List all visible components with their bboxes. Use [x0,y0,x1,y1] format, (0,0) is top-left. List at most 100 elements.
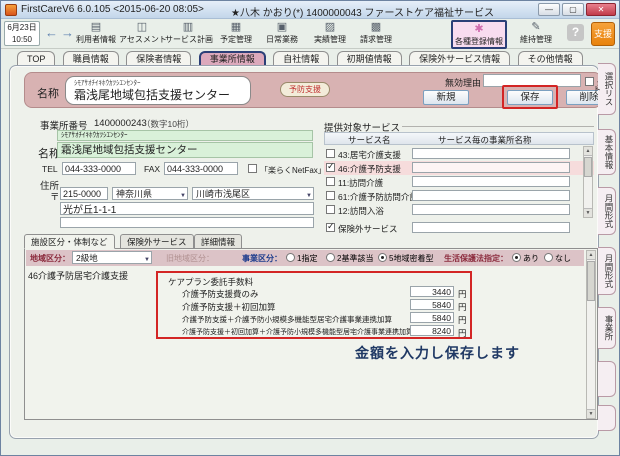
toolbar-button-billing[interactable]: ▩請求管理 [353,21,399,45]
col-office-name: サービス毎の事業所名称 [438,134,532,146]
fee-input[interactable] [410,312,454,323]
postal-input[interactable] [60,187,108,200]
welfare-option-label: あり [523,253,539,264]
service-checkbox[interactable] [326,191,335,200]
welfare-radio-no[interactable] [544,253,553,262]
region-settings-bar: 地域区分： 2級地 旧地域区分： 事業区分： 1指定 2基準該当 5地域密着型 … [26,250,584,266]
fee-unit: 円 [458,327,467,339]
office-name-text: 霜浅尾地域包括支援センター [74,88,242,102]
toolbar-button-user-info[interactable]: ▤利用者情報 [73,21,119,45]
business-radio-1[interactable] [286,253,295,262]
main-toolbar: 6月23日 10:50 ← → ▤利用者情報 ◫アセスメント ▥サービス計画 ▦… [1,19,619,49]
scroll-up-icon[interactable]: ▲ [587,251,595,260]
business-category-label: 事業区分： [242,253,282,264]
service-office-name-input[interactable] [412,162,570,173]
city-select[interactable]: 川崎市浅尾区 [192,187,314,200]
save-button[interactable]: 保存 [507,90,553,105]
close-button[interactable]: ✕ [586,3,616,16]
business-option-label: 2基準該当 [337,253,373,264]
office-name-input[interactable]: ｼﾓｱｻｵﾁｲｷﾎｳｶﾂｼｴﾝｾﾝﾀｰ 霜浅尾地域包括支援センター [65,76,251,105]
side-tab-monthly-format-1[interactable]: 月間形式 [598,187,616,235]
service-checkbox[interactable] [326,177,335,186]
welfare-law-label: 生活保護法指定： [444,253,508,264]
instruction-annotation: 金額を入力し保存します [355,343,520,363]
side-tab-office[interactable]: 事業所 [598,307,616,349]
toolbar-button-results[interactable]: ▨実績管理 [307,21,353,45]
service-office-name-input[interactable] [412,148,570,159]
facility-detail-box: 地域区分： 2級地 旧地域区分： 事業区分： 1指定 2基準該当 5地域密着型 … [24,248,598,420]
netfax-checkbox[interactable] [248,164,257,173]
subtab-noninsurance-service[interactable]: 保険外サービス [120,234,194,249]
noninsurance-office-name-input[interactable] [412,222,570,233]
service-label: 12:訪問入浴 [338,205,384,217]
fax-label: FAX [144,164,160,174]
prefecture-select[interactable]: 神奈川県 [112,187,188,200]
tel-label: TEL [42,164,58,174]
service-office-name-input[interactable] [412,176,570,187]
address-line2-input[interactable] [60,217,314,228]
region-select[interactable]: 2級地 [72,251,152,264]
toolbar-label: 予定管理 [220,35,252,44]
toolbar-button-daily-work[interactable]: ▣日常業務 [259,21,305,45]
service-checkbox[interactable] [326,205,335,214]
fee-input[interactable] [410,299,454,310]
toolbar-label: 請求管理 [360,35,392,44]
toolbar-button-service-plan[interactable]: ▥サービス計画 [165,21,211,45]
welfare-radio-yes[interactable] [512,253,521,262]
fee-unit: 円 [458,301,467,313]
side-tab-basic-info[interactable]: 基本情報 [598,129,616,175]
service-office-name-input[interactable] [412,204,570,215]
scroll-up-icon[interactable]: ▲ [584,147,592,156]
tel-input[interactable] [62,162,136,175]
business-radio-2[interactable] [326,253,335,262]
scroll-down-icon[interactable]: ▼ [584,208,592,217]
office-name-furigana: ｼﾓｱｻｵﾁｲｷﾎｳｶﾂｼｴﾝｾﾝﾀｰ [74,79,242,88]
side-tab-monthly-format-2[interactable]: 月間形式 [598,247,616,295]
service-row: 11:訪問介護 [324,175,594,189]
service-label: 11:訪問介護 [338,177,383,189]
services-scrollbar[interactable]: ▲ ▼ [583,146,593,218]
toolbar-button-schedule[interactable]: ▦予定管理 [213,21,259,45]
subtab-facility-category[interactable]: 施設区分・体制など [24,234,115,249]
scroll-down-icon[interactable]: ▼ [587,409,595,418]
fee-row-label: 介護予防支援＋初回加算＋介護予防小規模多機能型居宅介護事業連携加算 [182,327,413,337]
notebook-icon: ▣ [259,21,305,34]
back-arrow-icon[interactable]: ← [45,25,58,40]
service-row: 43:居宅介護支援 [324,147,594,161]
side-tab-blank-1[interactable] [598,361,616,397]
fee-row-label: 介護予防支援費のみ [182,288,259,300]
toolbar-button-maintenance[interactable]: ✎維持管理 [513,21,559,45]
maximize-button[interactable]: ▢ [562,3,584,16]
service-checkbox[interactable] [326,163,335,172]
fee-input[interactable] [410,286,454,297]
region-label: 地域区分： [30,253,70,264]
service-checkbox[interactable] [326,149,335,158]
subtab-detail-info[interactable]: 詳細情報 [194,234,242,249]
toolbar-button-registration[interactable]: ✱各種登録情報 [451,20,507,49]
scroll-thumb[interactable] [584,157,592,177]
side-tab-blank-2[interactable] [598,405,616,431]
side-tab-selection-list[interactable]: 選択リスト [598,63,616,115]
toolbar-button-assessment[interactable]: ◫アセスメント [119,21,165,45]
toolbar-label: 各種登録情報 [455,37,503,46]
detail-scrollbar[interactable]: ▲ ▼ [586,250,596,419]
new-button[interactable]: 新規 [423,90,469,105]
office-furigana-field[interactable]: ｼﾓｱｻｵﾁｲｷﾎｳｶﾂｼｴﾝｾﾝﾀｰ [57,130,313,141]
app-window: FirstCareV6 6.0.105 <2015-06-20 08:05> ★… [0,0,620,456]
fee-input[interactable] [410,325,454,336]
help-button[interactable]: ? [567,24,584,41]
minimize-button[interactable]: — [538,3,560,16]
office-number-value[interactable]: 1400000243 [94,118,147,129]
fax-input[interactable] [164,162,238,175]
welfare-option-label: なし [555,253,571,264]
toolbar-label: サービス計画 [165,35,213,44]
office-name-field[interactable]: 霜浅尾地域包括支援センター [57,142,313,158]
noninsurance-checkbox[interactable] [326,223,335,232]
business-radio-3[interactable] [378,253,387,262]
street-input[interactable] [60,202,314,215]
toolbar-label: 利用者情報 [76,35,116,44]
service-office-name-input[interactable] [412,190,570,201]
office-info-panel: 名称 ｼﾓｱｻｵﾁｲｷﾎｳｶﾂｼｴﾝｾﾝﾀｰ 霜浅尾地域包括支援センター 予防支… [9,65,599,439]
support-button[interactable]: 支援 [591,22,615,46]
scroll-thumb[interactable] [587,261,595,301]
